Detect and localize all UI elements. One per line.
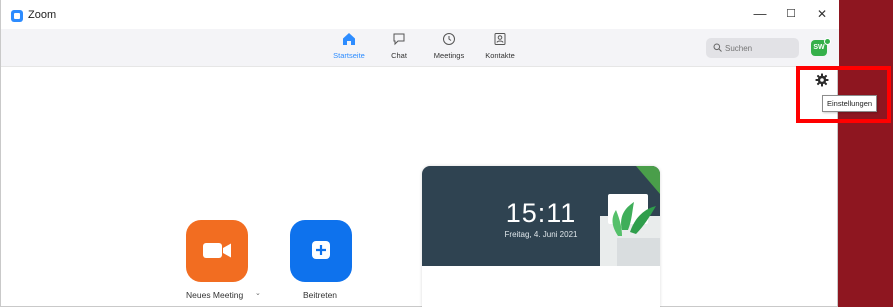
chevron-down-icon[interactable]: ⌄	[255, 289, 261, 297]
tab-label: Meetings	[433, 51, 465, 60]
tab-startseite[interactable]: Startseite	[329, 32, 369, 60]
join-label: Beitreten	[303, 290, 338, 300]
tab-meetings[interactable]: Meetings	[430, 32, 468, 60]
new-meeting-label: Neues Meeting	[186, 290, 244, 300]
contacts-icon	[481, 32, 519, 48]
tab-label: Kontakte	[485, 51, 515, 60]
highlight-box	[796, 66, 891, 123]
clock-time: 15:11	[505, 198, 577, 228]
clock-date: Freitag, 4. Juni 2021	[504, 230, 578, 239]
clock-card-header: 15:11 Freitag, 4. Juni 2021	[422, 166, 660, 266]
join-button[interactable]	[290, 220, 352, 282]
tab-label: Chat	[391, 51, 407, 60]
search-input[interactable]	[725, 38, 795, 58]
window-title: Zoom	[28, 9, 57, 21]
zoom-window: Zoom — ☐ ✕ Startseite Chat Meetings Kont…	[0, 0, 839, 307]
tab-chat[interactable]: Chat	[385, 32, 413, 60]
online-status-dot	[824, 38, 831, 45]
minimize-button[interactable]: —	[749, 6, 771, 22]
nav-bar: Startseite Chat Meetings Kontakte SW	[1, 29, 839, 67]
search-icon	[713, 43, 722, 52]
home-icon	[329, 32, 369, 48]
new-meeting-button[interactable]	[186, 220, 248, 282]
tab-label: Startseite	[333, 51, 365, 60]
chat-icon	[385, 32, 413, 48]
upcoming-meetings-area	[422, 266, 660, 307]
search-box[interactable]	[706, 38, 799, 58]
close-button[interactable]: ✕	[811, 6, 833, 22]
zoom-logo-icon	[11, 10, 23, 22]
plus-icon	[312, 241, 330, 259]
video-camera-icon	[203, 243, 231, 258]
background-red-panel	[838, 0, 893, 307]
maximize-button[interactable]: ☐	[780, 6, 802, 22]
clock-icon	[430, 32, 468, 48]
clock-card: 15:11 Freitag, 4. Juni 2021	[422, 166, 660, 307]
tab-kontakte[interactable]: Kontakte	[481, 32, 519, 60]
title-bar: Zoom — ☐ ✕	[1, 0, 839, 29]
